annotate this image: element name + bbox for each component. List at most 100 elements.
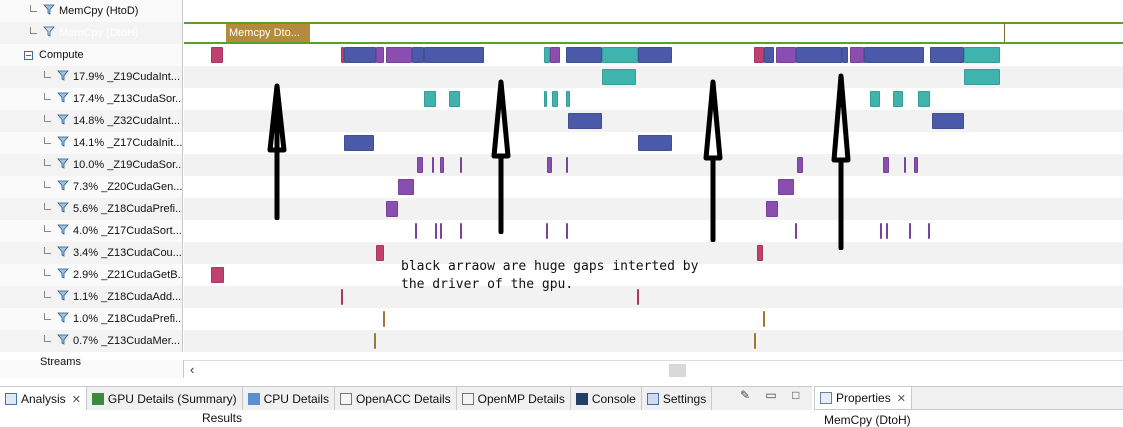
tab-analysis[interactable]: Analysis ✕ — [0, 387, 87, 411]
kernel-bar[interactable] — [566, 47, 602, 63]
kernel-bar[interactable] — [374, 333, 376, 349]
row-label[interactable]: 3.4% _Z13CudaCou... — [0, 242, 183, 264]
kernel-bar[interactable] — [776, 47, 796, 63]
kernel-bar[interactable] — [932, 113, 964, 129]
kernel-bar[interactable] — [424, 91, 436, 107]
timeline-row[interactable]: 5.6% _Z18CudaPrefi... — [0, 198, 1123, 220]
kernel-bar[interactable] — [763, 311, 765, 327]
row-label[interactable]: 7.3% _Z20CudaGen... — [0, 176, 183, 198]
row-label[interactable]: 17.9% _Z19CudaInt... — [0, 66, 183, 88]
tab-cpu-details[interactable]: CPU Details — [243, 387, 335, 411]
kernel-bar[interactable] — [547, 157, 552, 173]
kernel-bar[interactable] — [842, 47, 848, 63]
memcpy-dtoh-block[interactable]: Memcpy Dto... — [226, 24, 310, 42]
kernel-bar[interactable] — [909, 223, 911, 239]
close-icon[interactable]: ✕ — [72, 393, 81, 406]
kernel-bar[interactable] — [341, 289, 343, 305]
kernel-bar[interactable] — [344, 47, 376, 63]
kernel-bar[interactable] — [566, 157, 568, 173]
row-label[interactable]: MemCpy (DtoH) — [0, 22, 183, 44]
timeline-row[interactable]: 17.4% _Z13CudaSor... — [0, 88, 1123, 110]
kernel-bar[interactable] — [344, 135, 374, 151]
kernel-bar[interactable] — [376, 245, 384, 261]
row-label[interactable]: 2.9% _Z21CudaGetB... — [0, 264, 183, 286]
kernel-bar[interactable] — [415, 223, 417, 239]
horizontal-scrollbar[interactable]: ‹ — [184, 360, 1123, 379]
row-label[interactable]: 17.4% _Z13CudaSor... — [0, 88, 183, 110]
kernel-bar[interactable] — [211, 47, 223, 63]
kernel-bar[interactable] — [566, 91, 570, 107]
scroll-left-arrow-icon[interactable]: ‹ — [190, 362, 194, 377]
row-label[interactable]: 14.8% _Z32CudaInt... — [0, 110, 183, 132]
tab-openacc-details[interactable]: OpenACC Details — [335, 387, 457, 411]
kernel-bar[interactable] — [883, 157, 889, 173]
timeline-row[interactable]: 4.0% _Z17CudaSort... — [0, 220, 1123, 242]
tab-console[interactable]: Console — [571, 387, 642, 411]
kernel-bar[interactable] — [757, 245, 763, 261]
kernel-bar[interactable] — [638, 135, 672, 151]
kernel-bar[interactable] — [440, 157, 444, 173]
kernel-bar[interactable] — [417, 157, 423, 173]
row-label[interactable]: 5.6% _Z18CudaPrefi... — [0, 198, 183, 220]
kernel-bar[interactable] — [638, 47, 672, 63]
kernel-bar[interactable] — [778, 179, 794, 195]
scrollbar-thumb[interactable] — [669, 364, 686, 377]
kernel-bar[interactable] — [449, 91, 460, 107]
maximize-icon[interactable]: □ — [792, 388, 799, 402]
kernel-bar[interactable] — [964, 47, 1000, 63]
timeline-row[interactable]: MemCpy (HtoD) — [0, 0, 1123, 22]
kernel-bar[interactable] — [754, 333, 756, 349]
kernel-bar[interactable] — [893, 91, 903, 107]
kernel-bar[interactable] — [546, 223, 548, 239]
kernel-bar[interactable] — [602, 47, 638, 63]
kernel-bar[interactable] — [550, 47, 560, 63]
timeline-row[interactable]: 14.1% _Z17CudaInit... — [0, 132, 1123, 154]
collapse-icon[interactable] — [24, 50, 33, 60]
tab-properties[interactable]: Properties ✕ — [815, 387, 912, 409]
timeline-row[interactable]: 10.0% _Z19CudaSor... — [0, 154, 1123, 176]
kernel-bar[interactable] — [376, 47, 384, 63]
row-label[interactable]: 14.1% _Z17CudaInit... — [0, 132, 183, 154]
kernel-bar[interactable] — [930, 47, 964, 63]
row-label[interactable]: 10.0% _Z19CudaSor... — [0, 154, 183, 176]
timeline-row[interactable]: 0.7% _Z13CudaMer... — [0, 330, 1123, 352]
row-label[interactable]: 0.7% _Z13CudaMer... — [0, 330, 183, 352]
timeline-row[interactable]: 7.3% _Z20CudaGen... — [0, 176, 1123, 198]
kernel-bar[interactable] — [754, 47, 764, 63]
tab-settings[interactable]: Settings — [642, 387, 713, 411]
kernel-bar[interactable] — [386, 201, 398, 217]
row-label[interactable]: 4.0% _Z17CudaSort... — [0, 220, 183, 242]
kernel-bar[interactable] — [432, 157, 434, 173]
timeline-row[interactable]: 17.9% _Z19CudaInt... — [0, 66, 1123, 88]
kernel-bar[interactable] — [914, 157, 918, 173]
kernel-bar[interactable] — [383, 311, 385, 327]
kernel-bar[interactable] — [880, 223, 882, 239]
kernel-bar[interactable] — [964, 69, 1000, 85]
kernel-bar[interactable] — [424, 47, 484, 63]
kernel-bar[interactable] — [904, 157, 906, 173]
kernel-bar[interactable] — [886, 223, 888, 239]
kernel-bar[interactable] — [602, 69, 636, 85]
timeline-row[interactable]: Compute — [0, 44, 1123, 66]
kernel-bar[interactable] — [864, 47, 924, 63]
minimize-icon[interactable]: ▭ — [765, 388, 776, 402]
row-label[interactable]: MemCpy (HtoD) — [0, 0, 183, 22]
kernel-bar[interactable] — [928, 223, 930, 239]
close-icon[interactable]: ✕ — [897, 392, 906, 405]
timeline-row[interactable]: 1.0% _Z18CudaPrefi... — [0, 308, 1123, 330]
view-menu-icon[interactable]: ✎ — [740, 388, 750, 402]
kernel-bar[interactable] — [795, 223, 797, 239]
kernel-bar[interactable] — [544, 91, 547, 107]
kernel-bar[interactable] — [870, 91, 880, 107]
kernel-bar[interactable] — [460, 223, 462, 239]
kernel-bar[interactable] — [460, 157, 462, 173]
kernel-bar[interactable] — [796, 47, 842, 63]
kernel-bar[interactable] — [850, 47, 864, 63]
kernel-bar[interactable] — [412, 47, 424, 63]
kernel-bar[interactable] — [386, 47, 412, 63]
tab-openmp-details[interactable]: OpenMP Details — [457, 387, 571, 411]
row-label[interactable]: 1.1% _Z18CudaAdd... — [0, 286, 183, 308]
kernel-bar[interactable] — [440, 223, 442, 239]
kernel-bar[interactable] — [211, 267, 224, 283]
kernel-bar[interactable] — [398, 179, 414, 195]
